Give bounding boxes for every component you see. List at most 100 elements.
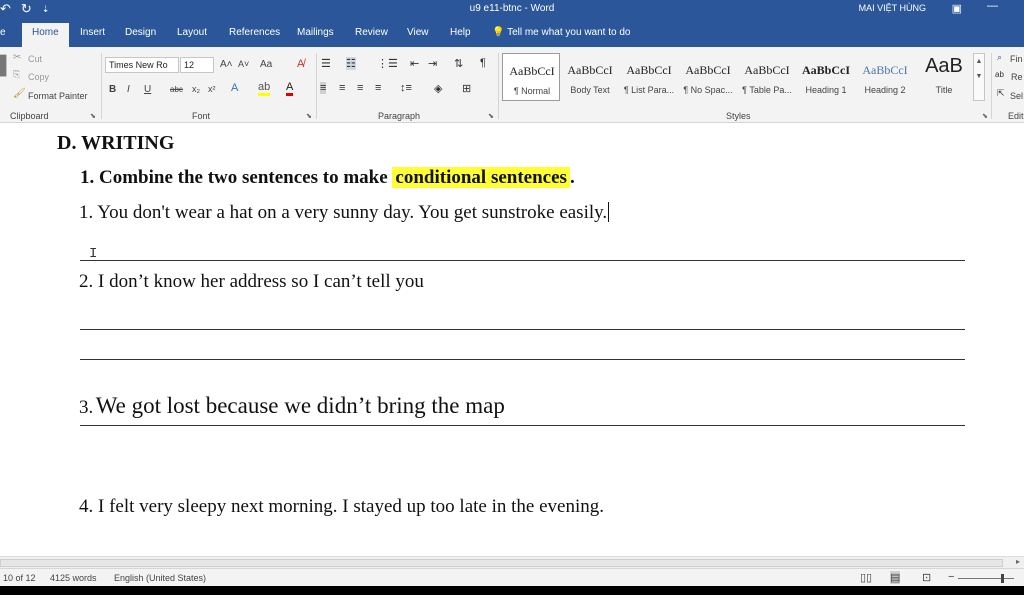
style-preview: AaBbCcI <box>626 63 672 77</box>
text-effects-icon[interactable]: A <box>231 82 238 94</box>
style-name: Title <box>935 85 953 95</box>
user-name[interactable]: MAI VIỆT HÙNG <box>859 3 926 13</box>
shrink-font-button[interactable]: A˅ <box>238 59 249 69</box>
ribbon-home: ▌ ✂ Cut ⎘ Copy 🖌 Format Painter Clipboar… <box>0 47 1024 123</box>
page-count[interactable]: 10 of 12 <box>3 573 36 583</box>
web-layout-icon[interactable]: ⊡ <box>922 571 931 584</box>
paste-icon-edge[interactable]: ▌ <box>0 55 13 76</box>
style-preview: AaBbCcI <box>862 63 908 77</box>
replace-button[interactable]: Re <box>1011 72 1023 82</box>
tell-me-search[interactable]: 💡 Tell me what you want to do <box>492 27 630 38</box>
select-button[interactable]: Sel <box>1010 91 1023 101</box>
justify-icon[interactable]: ≡ <box>375 82 381 94</box>
style-normal[interactable]: AaBbCcI ¶ Normal <box>502 53 560 101</box>
question-1-text: 1. You don't wear a hat on a very sunny … <box>79 202 608 223</box>
line-spacing-icon[interactable]: ↕≡ <box>400 82 412 94</box>
change-case-button[interactable]: Aa <box>260 59 272 70</box>
tab-home[interactable]: Home <box>22 23 69 47</box>
clipboard-group-label: Clipboard <box>10 111 49 121</box>
copy-button[interactable]: Copy <box>28 72 49 82</box>
zoom-out-icon[interactable]: − <box>948 571 954 583</box>
multilevel-list-icon[interactable]: ⋮☰ <box>377 57 398 70</box>
style-preview: AaBbCcI <box>567 63 613 77</box>
copy-icon: ⎘ <box>13 69 21 79</box>
italic-button[interactable]: I <box>127 84 130 95</box>
clear-formatting-icon[interactable]: A̸ <box>297 58 304 70</box>
style-heading-2[interactable]: AaBbCcI Heading 2 <box>856 53 914 101</box>
sort-icon[interactable]: ⇅ <box>454 57 463 70</box>
style-name: Heading 1 <box>805 85 847 95</box>
font-color-icon[interactable]: A <box>286 82 294 96</box>
styles-gallery-scroll[interactable]: ▲ ▼ <box>973 53 985 101</box>
styles-launcher-icon[interactable]: ⬊ <box>982 112 988 120</box>
grow-font-button[interactable]: A˄ <box>220 59 233 70</box>
file-tab-edge[interactable]: e <box>0 27 6 38</box>
format-painter-button[interactable]: Format Painter <box>28 91 88 101</box>
font-name-dropdown[interactable]: Times New Ro <box>105 57 179 73</box>
clipboard-launcher-icon[interactable]: ⬊ <box>90 112 96 120</box>
scroll-right-icon[interactable]: ▸ <box>1016 557 1020 566</box>
minimize-icon[interactable]: — <box>987 0 998 12</box>
subscript-button[interactable]: x₂ <box>192 84 200 94</box>
bold-button[interactable]: B <box>109 84 116 95</box>
tab-review[interactable]: Review <box>355 27 388 38</box>
style-preview: AaBbCcI <box>744 63 790 77</box>
zoom-slider-track[interactable] <box>958 578 1014 579</box>
document-page[interactable]: D. WRITING 1. Combine the two sentences … <box>0 123 1024 556</box>
tab-help[interactable]: Help <box>450 27 471 38</box>
font-launcher-icon[interactable]: ⬊ <box>306 112 312 120</box>
font-size-dropdown[interactable]: 12 <box>180 57 214 73</box>
print-layout-icon[interactable]: ▤ <box>890 571 901 584</box>
ribbon-display-options-icon[interactable]: ▣ <box>952 2 962 15</box>
scrollbar-thumb[interactable] <box>0 559 1003 567</box>
tab-references[interactable]: References <box>229 27 280 38</box>
word-count[interactable]: 4125 words <box>50 573 97 583</box>
numbering-icon[interactable]: ☷ <box>346 57 356 70</box>
highlight-color-icon[interactable]: ab <box>258 82 271 96</box>
strikethrough-button[interactable]: abc <box>170 85 183 94</box>
ibeam-cursor-icon: I <box>89 246 98 262</box>
tab-mailings[interactable]: Mailings <box>297 27 334 38</box>
style-heading-1[interactable]: AaBbCcI Heading 1 <box>797 53 855 101</box>
paragraph-launcher-icon[interactable]: ⬊ <box>488 112 494 120</box>
status-bar: 10 of 12 4125 words English (United Stat… <box>0 568 1024 586</box>
align-center-icon[interactable]: ≡ <box>339 82 345 94</box>
answer-line <box>80 425 965 426</box>
tab-design[interactable]: Design <box>125 27 156 38</box>
font-group-label: Font <box>192 111 211 121</box>
question-1: 1. You don't wear a hat on a very sunny … <box>79 202 610 224</box>
align-right-icon[interactable]: ≡ <box>357 82 363 94</box>
increase-indent-icon[interactable]: ⇥ <box>428 57 437 70</box>
text-cursor <box>608 202 610 222</box>
show-formatting-icon[interactable]: ¶ <box>480 57 486 69</box>
borders-icon[interactable]: ⊞ <box>462 82 471 95</box>
style-name: ¶ List Para... <box>623 85 675 95</box>
read-mode-icon[interactable]: ▯▯ <box>860 571 872 584</box>
divider <box>498 53 499 119</box>
style-body-text[interactable]: AaBbCcI Body Text <box>561 53 619 101</box>
tab-view[interactable]: View <box>407 27 429 38</box>
tab-insert[interactable]: Insert <box>80 27 105 38</box>
style-name: Body Text <box>570 85 610 95</box>
tell-me-text: Tell me what you want to do <box>507 27 631 38</box>
bullets-icon[interactable]: ☰ <box>321 57 331 70</box>
find-icon: ⌕ <box>997 52 1003 62</box>
decrease-indent-icon[interactable]: ⇤ <box>410 57 419 70</box>
align-left-icon[interactable]: ≡ <box>320 82 327 94</box>
styles-group-label: Styles <box>726 111 751 121</box>
style-preview: AaBbCcI <box>801 63 850 77</box>
superscript-button[interactable]: x² <box>208 84 216 94</box>
style-no-spacing[interactable]: AaBbCcI ¶ No Spac... <box>679 53 737 101</box>
shading-icon[interactable]: ◈ <box>434 82 442 95</box>
style-list-paragraph[interactable]: AaBbCcI ¶ List Para... <box>620 53 678 101</box>
font-name-value: Times New Ro <box>109 60 168 70</box>
tab-layout[interactable]: Layout <box>177 27 207 38</box>
underline-button[interactable]: U <box>144 84 151 95</box>
cut-button[interactable]: Cut <box>28 54 42 64</box>
zoom-slider-thumb[interactable] <box>1001 574 1004 583</box>
style-title[interactable]: AaB Title <box>915 53 973 101</box>
find-button[interactable]: Fin <box>1010 54 1023 64</box>
language-indicator[interactable]: English (United States) <box>114 573 206 583</box>
style-table-paragraph[interactable]: AaBbCcI ¶ Table Pa... <box>738 53 796 101</box>
horizontal-scrollbar[interactable]: ▸ <box>0 556 1024 568</box>
